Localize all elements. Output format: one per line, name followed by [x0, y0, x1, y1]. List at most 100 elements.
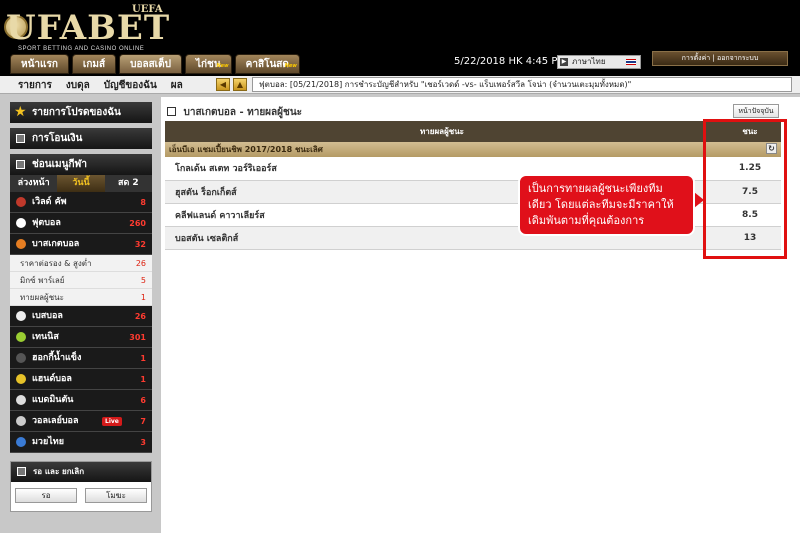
tab-cockfight[interactable]: ไก่ชน New [184, 54, 232, 74]
page-title-text: บาสเกตบอล - ทายผลผู้ชนะ [183, 107, 303, 118]
sports-menu-header[interactable]: ช่อนเมนูกีฬา [10, 154, 152, 175]
sport-label: มวยไทย [32, 437, 64, 447]
new-badge: New [216, 63, 229, 69]
pending-void-buttons: รอ โมฆะ [11, 482, 151, 511]
tennis-ball-icon [16, 332, 26, 342]
site-header: UFABET UEFA SPORT BETTING AND CASINO ONL… [0, 0, 800, 76]
trophy-icon [16, 197, 26, 207]
basketball-handicap-link[interactable]: ราคาต่อรอง & สูงต่ำ 26 [10, 255, 152, 272]
square-toggle-icon [167, 107, 176, 116]
sport-label: เทนนิส [32, 332, 59, 342]
my-favorites-label: รายการโปรดของฉัน [32, 107, 121, 118]
void-button[interactable]: โมฆะ [85, 488, 147, 503]
sub-count: 1 [140, 293, 146, 302]
pending-void-label: รอ และ ยกเลิก [33, 467, 85, 476]
tab-live-casino[interactable]: คาสิโนสด New [234, 54, 300, 74]
thai-flag-icon [626, 59, 636, 65]
sport-label: ฟุตบอล [32, 218, 61, 228]
sports-menu-label: ช่อนเมนูกีฬา [32, 159, 87, 170]
sub-count: 5 [140, 276, 146, 285]
callout-pointer [694, 192, 704, 208]
sport-badminton[interactable]: แบดมินตัน 6 [10, 390, 152, 411]
today-button[interactable]: หน้าปัจจุบัน [733, 104, 779, 118]
main-tabs: หน้าแรก เกมส์ บอลสเต็ป ไก่ชน New คาสิโนสด… [10, 54, 300, 74]
sport-count: 301 [129, 333, 146, 342]
sport-baseball[interactable]: เบสบอล 26 [10, 306, 152, 327]
live-badge: Live [102, 417, 122, 426]
left-sidebar: ★ รายการโปรดของฉัน การโอนเงิน ช่อนเมนูกี… [10, 102, 152, 512]
basketball-outright-link[interactable]: ทายผลผู้ชนะ 1 [10, 289, 152, 306]
transfer-button[interactable]: การโอนเงิน [10, 128, 152, 149]
sport-count: 7 [140, 417, 146, 426]
ufabet-logo[interactable]: UFABET UEFA SPORT BETTING AND CASINO ONL… [4, 4, 176, 54]
period-tabs: ล่วงหน้า วันนี้ สด 2 [10, 175, 152, 192]
sub-navigation: รายการ งบดุล บัญชีของฉัน ผล ◀ ▲ ฟุตบอล: … [0, 76, 800, 94]
logo-tagline: SPORT BETTING AND CASINO ONLINE [18, 46, 145, 52]
pending-void-header[interactable]: รอ และ ยกเลิก [11, 462, 151, 482]
tab-label: คาสิโนสด [245, 59, 289, 70]
col-header-selection: ทายผลผู้ชนะ [165, 121, 719, 142]
transfer-label: การโอนเงิน [32, 133, 83, 144]
hockey-stick-icon [16, 353, 26, 363]
news-ticker[interactable]: ฟุตบอล: [05/21/2018] การชำระบัญชีสำหรับ … [252, 77, 792, 92]
sport-count: 32 [134, 240, 146, 249]
ticker-prev-button[interactable]: ◀ [216, 78, 230, 91]
tab-live[interactable]: สด 2 [105, 175, 152, 192]
sport-label: แฮนด์บอล [32, 374, 72, 384]
subnav-statement[interactable]: รายการ [18, 78, 52, 93]
square-toggle-icon [16, 160, 25, 169]
sub-count: 26 [135, 259, 146, 268]
subnav-balance[interactable]: งบดุล [66, 78, 90, 93]
sport-muay-thai[interactable]: มวยไทย 3 [10, 432, 152, 453]
sports-list: เวิลด์ คัพ 8 ฟุตบอล 260 บาสเกตบอล 32 ราค… [10, 192, 152, 453]
sport-label: แบดมินตัน [32, 395, 74, 405]
league-row: เอ็นบีเอ แชมเปี้ยนชิพ 2017/2018 ชนะเลิศ … [165, 142, 781, 157]
sport-label: ฮอกกี้น้ำแข็ง [32, 353, 82, 363]
sport-football[interactable]: ฟุตบอล 260 [10, 213, 152, 234]
wait-button[interactable]: รอ [15, 488, 77, 503]
football-icon [16, 218, 26, 228]
sport-count: 1 [140, 354, 146, 363]
new-badge: New [284, 63, 297, 69]
sport-tennis[interactable]: เทนนิส 301 [10, 327, 152, 348]
boxing-icon [16, 437, 26, 447]
star-icon: ★ [14, 104, 27, 120]
subnav-my-account[interactable]: บัญชีของฉัน [104, 78, 157, 93]
account-links[interactable]: การตั้งค่า | ออกจากระบบ [652, 51, 788, 66]
sub-label: ราคาต่อรอง & สูงต่ำ [20, 259, 92, 268]
league-cell: เอ็นบีเอ แชมเปี้ยนชิพ 2017/2018 ชนะเลิศ … [165, 142, 781, 157]
basketball-mix-parlay-link[interactable]: มิกซ์ พาร์เลย์ 5 [10, 272, 152, 289]
ticker-next-button[interactable]: ▲ [233, 78, 247, 91]
sport-count: 8 [140, 198, 146, 207]
sport-basketball[interactable]: บาสเกตบอล 32 [10, 234, 152, 255]
annotation-callout: เป็นการทายผลผู้ชนะเพียงทีมเดียว โดยแต่ละ… [518, 174, 695, 236]
sub-label: ทายผลผู้ชนะ [20, 293, 64, 302]
page-title: บาสเกตบอล - ทายผลผู้ชนะ [167, 105, 302, 120]
tab-step-ball[interactable]: บอลสเต็ป [119, 54, 182, 74]
league-name: เอ็นบีเอ แชมเปี้ยนชิพ 2017/2018 ชนะเลิศ [169, 145, 323, 154]
my-favorites-button[interactable]: ★ รายการโปรดของฉัน [10, 102, 152, 123]
sport-count: 260 [129, 219, 146, 228]
sport-label: เบสบอล [32, 311, 63, 321]
table-header-row: ทายผลผู้ชนะ ชนะ [165, 121, 781, 142]
subnav-results[interactable]: ผล [171, 78, 183, 93]
sport-world-cup[interactable]: เวิลด์ คัพ 8 [10, 192, 152, 213]
sport-label: บาสเกตบอล [32, 239, 80, 249]
sport-handball[interactable]: แฮนด์บอล 1 [10, 369, 152, 390]
sport-ice-hockey[interactable]: ฮอกกี้น้ำแข็ง 1 [10, 348, 152, 369]
tab-label: บอลสเต็ป [130, 59, 171, 70]
subnav-items: รายการ งบดุล บัญชีของฉัน ผล [18, 78, 183, 93]
sport-volleyball[interactable]: วอลเลย์บอล Live 7 [10, 411, 152, 432]
logo-uefa: UEFA [132, 4, 163, 15]
tab-today[interactable]: วันนี้ [57, 175, 105, 192]
language-select[interactable]: ▶ ภาษาไทย [557, 55, 641, 69]
tab-label: เกมส์ [82, 59, 106, 70]
handball-icon [16, 374, 26, 384]
arrow-right-icon: ▶ [560, 58, 568, 66]
tab-early[interactable]: ล่วงหน้า [10, 175, 57, 192]
basketball-icon [16, 239, 26, 249]
sport-count: 26 [134, 312, 146, 321]
tab-home[interactable]: หน้าแรก [10, 54, 69, 74]
main-content: บาสเกตบอล - ทายผลผู้ชนะ หน้าปัจจุบัน ทาย… [161, 97, 800, 533]
tab-games[interactable]: เกมส์ [71, 54, 117, 74]
